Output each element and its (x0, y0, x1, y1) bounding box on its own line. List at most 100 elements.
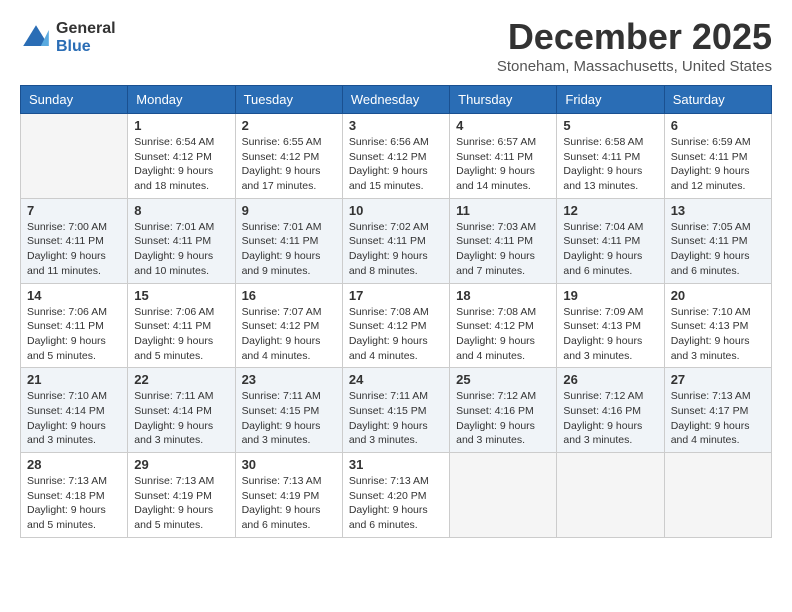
calendar-cell: 20 Sunrise: 7:10 AMSunset: 4:13 PMDayligh… (664, 283, 771, 368)
day-number: 14 (27, 288, 121, 303)
day-number: 16 (242, 288, 336, 303)
calendar-cell: 19 Sunrise: 7:09 AMSunset: 4:13 PMDayligh… (557, 283, 664, 368)
logo-icon (20, 22, 52, 54)
day-number: 30 (242, 457, 336, 472)
calendar-cell: 30 Sunrise: 7:13 AMSunset: 4:19 PMDayligh… (235, 453, 342, 538)
day-info: Sunrise: 7:12 AMSunset: 4:16 PMDaylight:… (563, 389, 657, 448)
calendar-cell: 21 Sunrise: 7:10 AMSunset: 4:14 PMDayligh… (21, 368, 128, 453)
day-info: Sunrise: 7:11 AMSunset: 4:15 PMDaylight:… (242, 389, 336, 448)
calendar-cell: 28Sunrise: 7:13 AMSunset: 4:18 PMDayligh… (21, 453, 128, 538)
calendar-cell: 7Sunrise: 7:00 AMSunset: 4:11 PMDaylight… (21, 198, 128, 283)
calendar-cell (21, 114, 128, 199)
day-info: Sunrise: 7:13 AMSunset: 4:17 PMDaylight:… (671, 389, 765, 448)
day-number: 3 (349, 118, 443, 133)
day-number: 21 (27, 372, 121, 387)
calendar-cell: 31Sunrise: 7:13 AMSunset: 4:20 PMDayligh… (342, 453, 449, 538)
day-info: Sunrise: 7:05 AMSunset: 4:11 PMDaylight:… (671, 220, 765, 279)
day-info: Sunrise: 7:08 AMSunset: 4:12 PMDaylight:… (456, 305, 550, 364)
calendar-cell: 23 Sunrise: 7:11 AMSunset: 4:15 PMDayligh… (235, 368, 342, 453)
calendar: SundayMondayTuesdayWednesdayThursdayFrid… (20, 85, 772, 538)
day-info: Sunrise: 7:13 AMSunset: 4:19 PMDaylight:… (134, 474, 228, 533)
day-info: Sunrise: 6:55 AMSunset: 4:12 PMDaylight:… (242, 135, 336, 194)
day-number: 9 (242, 203, 336, 218)
day-info: Sunrise: 6:58 AMSunset: 4:11 PMDaylight:… (563, 135, 657, 194)
day-number: 2 (242, 118, 336, 133)
day-number: 4 (456, 118, 550, 133)
logo-blue: Blue (56, 38, 116, 56)
calendar-cell: 26 Sunrise: 7:12 AMSunset: 4:16 PMDayligh… (557, 368, 664, 453)
day-number: 19 (563, 288, 657, 303)
calendar-cell: 25Sunrise: 7:12 AMSunset: 4:16 PMDayligh… (450, 368, 557, 453)
calendar-cell: 11Sunrise: 7:03 AMSunset: 4:11 PMDayligh… (450, 198, 557, 283)
day-info: Sunrise: 7:11 AMSunset: 4:15 PMDaylight:… (349, 389, 443, 448)
day-number: 17 (349, 288, 443, 303)
day-number: 10 (349, 203, 443, 218)
calendar-cell (557, 453, 664, 538)
day-number: 6 (671, 118, 765, 133)
day-number: 8 (134, 203, 228, 218)
day-header-friday: Friday (557, 86, 664, 114)
calendar-cell (664, 453, 771, 538)
calendar-cell: 2 Sunrise: 6:55 AMSunset: 4:12 PMDaylight… (235, 114, 342, 199)
month-title: December 2025 (497, 16, 772, 58)
day-number: 12 (563, 203, 657, 218)
day-info: Sunrise: 7:06 AMSunset: 4:11 PMDaylight:… (134, 305, 228, 364)
day-info: Sunrise: 7:13 AMSunset: 4:19 PMDaylight:… (242, 474, 336, 533)
day-number: 5 (563, 118, 657, 133)
calendar-cell: 1 Sunrise: 6:54 AMSunset: 4:12 PMDaylight… (128, 114, 235, 199)
calendar-cell: 22Sunrise: 7:11 AMSunset: 4:14 PMDayligh… (128, 368, 235, 453)
calendar-cell: 4 Sunrise: 6:57 AMSunset: 4:11 PMDaylight… (450, 114, 557, 199)
day-number: 23 (242, 372, 336, 387)
day-info: Sunrise: 7:02 AMSunset: 4:11 PMDaylight:… (349, 220, 443, 279)
day-header-tuesday: Tuesday (235, 86, 342, 114)
calendar-cell: 3Sunrise: 6:56 AMSunset: 4:12 PMDaylight… (342, 114, 449, 199)
day-number: 28 (27, 457, 121, 472)
day-number: 13 (671, 203, 765, 218)
calendar-cell: 14 Sunrise: 7:06 AMSunset: 4:11 PMDayligh… (21, 283, 128, 368)
calendar-cell: 18 Sunrise: 7:08 AMSunset: 4:12 PMDayligh… (450, 283, 557, 368)
day-info: Sunrise: 7:04 AMSunset: 4:11 PMDaylight:… (563, 220, 657, 279)
day-info: Sunrise: 7:11 AMSunset: 4:14 PMDaylight:… (134, 389, 228, 448)
day-info: Sunrise: 6:59 AMSunset: 4:11 PMDaylight:… (671, 135, 765, 194)
day-number: 1 (134, 118, 228, 133)
calendar-cell: 24Sunrise: 7:11 AMSunset: 4:15 PMDayligh… (342, 368, 449, 453)
calendar-cell: 5 Sunrise: 6:58 AMSunset: 4:11 PMDaylight… (557, 114, 664, 199)
day-header-thursday: Thursday (450, 86, 557, 114)
calendar-cell: 6 Sunrise: 6:59 AMSunset: 4:11 PMDaylight… (664, 114, 771, 199)
logo-general: General (56, 20, 116, 38)
calendar-cell: 29 Sunrise: 7:13 AMSunset: 4:19 PMDayligh… (128, 453, 235, 538)
day-number: 18 (456, 288, 550, 303)
header: General Blue December 2025 Stoneham, Mas… (20, 16, 772, 75)
day-info: Sunrise: 7:10 AMSunset: 4:14 PMDaylight:… (27, 389, 121, 448)
day-header-sunday: Sunday (21, 86, 128, 114)
calendar-cell: 8Sunrise: 7:01 AMSunset: 4:11 PMDaylight… (128, 198, 235, 283)
day-info: Sunrise: 7:09 AMSunset: 4:13 PMDaylight:… (563, 305, 657, 364)
day-info: Sunrise: 6:54 AMSunset: 4:12 PMDaylight:… (134, 135, 228, 194)
logo-text: General Blue (56, 20, 116, 55)
calendar-cell (450, 453, 557, 538)
day-header-wednesday: Wednesday (342, 86, 449, 114)
day-info: Sunrise: 7:10 AMSunset: 4:13 PMDaylight:… (671, 305, 765, 364)
day-number: 26 (563, 372, 657, 387)
day-number: 29 (134, 457, 228, 472)
day-info: Sunrise: 7:01 AMSunset: 4:11 PMDaylight:… (242, 220, 336, 279)
day-info: Sunrise: 7:03 AMSunset: 4:11 PMDaylight:… (456, 220, 550, 279)
calendar-cell: 16 Sunrise: 7:07 AMSunset: 4:12 PMDayligh… (235, 283, 342, 368)
title-area: December 2025 Stoneham, Massachusetts, U… (497, 16, 772, 75)
logo: General Blue (20, 20, 116, 55)
day-header-monday: Monday (128, 86, 235, 114)
day-info: Sunrise: 7:06 AMSunset: 4:11 PMDaylight:… (27, 305, 121, 364)
calendar-cell: 9 Sunrise: 7:01 AMSunset: 4:11 PMDaylight… (235, 198, 342, 283)
day-number: 15 (134, 288, 228, 303)
day-number: 20 (671, 288, 765, 303)
day-number: 31 (349, 457, 443, 472)
day-header-saturday: Saturday (664, 86, 771, 114)
day-info: Sunrise: 7:07 AMSunset: 4:12 PMDaylight:… (242, 305, 336, 364)
day-info: Sunrise: 6:57 AMSunset: 4:11 PMDaylight:… (456, 135, 550, 194)
calendar-cell: 12 Sunrise: 7:04 AMSunset: 4:11 PMDayligh… (557, 198, 664, 283)
calendar-cell: 15 Sunrise: 7:06 AMSunset: 4:11 PMDayligh… (128, 283, 235, 368)
day-info: Sunrise: 7:08 AMSunset: 4:12 PMDaylight:… (349, 305, 443, 364)
day-info: Sunrise: 7:00 AMSunset: 4:11 PMDaylight:… (27, 220, 121, 279)
calendar-cell: 10 Sunrise: 7:02 AMSunset: 4:11 PMDayligh… (342, 198, 449, 283)
calendar-cell: 27Sunrise: 7:13 AMSunset: 4:17 PMDayligh… (664, 368, 771, 453)
